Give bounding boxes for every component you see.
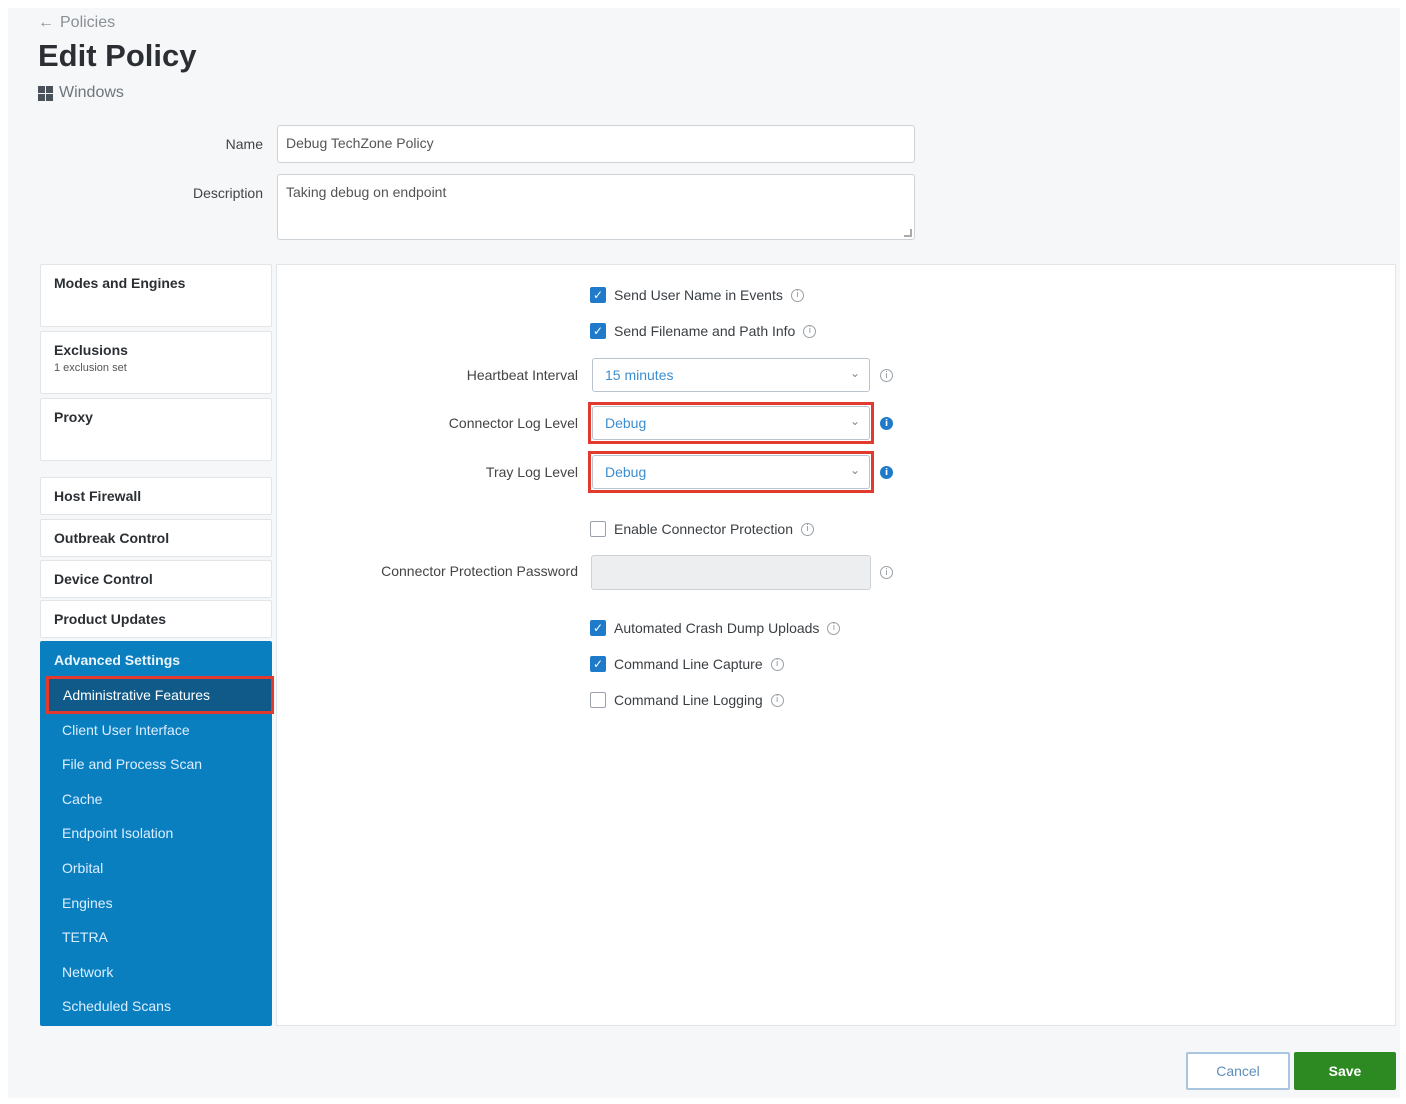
enable-protection-checkbox[interactable] <box>590 521 606 537</box>
nav-scheduled-scans[interactable]: Scheduled Scans <box>62 998 171 1014</box>
nav-administrative-features[interactable]: Administrative Features <box>46 676 274 714</box>
nav-orbital[interactable]: Orbital <box>62 860 103 876</box>
nav-client-user-interface[interactable]: Client User Interface <box>62 722 190 738</box>
info-icon[interactable]: i <box>880 417 893 430</box>
advanced-settings-title[interactable]: Advanced Settings <box>54 652 180 668</box>
protection-password-label: Connector Protection Password <box>381 563 578 579</box>
os-indicator: Windows <box>38 84 124 102</box>
cmd-capture-checkbox[interactable]: ✓ <box>590 656 606 672</box>
nav-product-updates[interactable]: Product Updates <box>40 600 272 638</box>
enable-protection-row: Enable Connector Protection i <box>590 521 814 537</box>
info-icon[interactable]: i <box>880 566 893 579</box>
nav-network[interactable]: Network <box>62 964 113 980</box>
nav-engines[interactable]: Engines <box>62 895 113 911</box>
info-icon[interactable]: i <box>770 657 784 671</box>
info-icon[interactable]: i <box>880 369 893 382</box>
crash-dump-row: ✓ Automated Crash Dump Uploads i <box>590 620 841 636</box>
info-icon[interactable]: i <box>770 693 784 707</box>
nav-cache[interactable]: Cache <box>62 791 102 807</box>
connector-log-level-label: Connector Log Level <box>448 415 578 431</box>
windows-icon <box>38 85 53 101</box>
heartbeat-interval-value: 15 minutes <box>605 367 674 383</box>
nav-proxy[interactable]: Proxy <box>40 398 272 461</box>
info-icon[interactable]: i <box>801 522 814 536</box>
send-user-name-label: Send User Name in Events <box>614 287 783 303</box>
nav-card-label: Outbreak Control <box>54 530 170 546</box>
connector-log-level-value: Debug <box>605 415 647 431</box>
cmd-logging-row: Command Line Logging i <box>590 692 784 708</box>
send-user-name-checkbox[interactable]: ✓ <box>590 287 606 303</box>
heartbeat-interval-select[interactable]: 15 minutes ⌄ <box>592 358 870 392</box>
nav-card-sublabel: 1 exclusion set <box>54 362 127 374</box>
nav-exclusions[interactable]: Exclusions 1 exclusion set <box>40 331 272 394</box>
cmd-logging-checkbox[interactable] <box>590 692 606 708</box>
info-icon[interactable]: i <box>803 324 817 338</box>
chevron-down-icon: ⌄ <box>849 463 860 477</box>
advanced-settings-panel: Advanced Settings Administrative Feature… <box>40 641 274 1026</box>
chevron-down-icon: ⌄ <box>849 414 860 428</box>
crash-dump-checkbox[interactable]: ✓ <box>590 620 606 636</box>
send-user-name-row: ✓ Send User Name in Events i <box>590 287 804 303</box>
cmd-logging-label: Command Line Logging <box>614 692 763 708</box>
name-label: Name <box>225 136 263 152</box>
os-label: Windows <box>59 84 124 101</box>
heartbeat-interval-label: Heartbeat Interval <box>466 367 578 383</box>
nav-host-firewall[interactable]: Host Firewall <box>40 477 272 515</box>
nav-device-control[interactable]: Device Control <box>40 560 272 598</box>
send-filename-row: ✓ Send Filename and Path Info i <box>590 323 817 339</box>
nav-card-label: Modes and Engines <box>54 275 186 291</box>
description-textarea[interactable]: Taking debug on endpoint <box>277 174 915 240</box>
protection-password-input[interactable] <box>591 555 871 590</box>
tray-log-level-value: Debug <box>605 464 647 480</box>
description-label: Description <box>192 185 263 201</box>
nav-modes-and-engines[interactable]: Modes and Engines <box>40 264 272 327</box>
page-title: Edit Policy <box>38 38 197 73</box>
tray-log-level-label: Tray Log Level <box>485 464 578 480</box>
chevron-down-icon: ⌄ <box>849 366 860 380</box>
tray-log-level-select[interactable]: Debug ⌄ <box>592 455 870 489</box>
send-filename-checkbox[interactable]: ✓ <box>590 323 606 339</box>
save-button[interactable]: Save <box>1294 1052 1396 1090</box>
cmd-capture-label: Command Line Capture <box>614 656 763 672</box>
connector-log-level-select[interactable]: Debug ⌄ <box>592 406 870 440</box>
info-icon[interactable]: i <box>880 466 893 479</box>
nav-file-and-process-scan[interactable]: File and Process Scan <box>62 756 202 772</box>
nav-card-label: Device Control <box>54 571 153 587</box>
cancel-button[interactable]: Cancel <box>1186 1052 1290 1090</box>
resize-grip-icon[interactable] <box>904 229 912 237</box>
info-icon[interactable]: i <box>790 288 804 302</box>
nav-card-label: Product Updates <box>54 611 167 627</box>
nav-card-label: Exclusions <box>54 342 128 358</box>
back-arrow-icon: ← <box>38 14 54 31</box>
send-filename-label: Send Filename and Path Info <box>614 323 796 339</box>
info-icon[interactable]: i <box>827 621 841 635</box>
nav-endpoint-isolation[interactable]: Endpoint Isolation <box>62 825 173 841</box>
name-input[interactable]: Debug TechZone Policy <box>277 125 915 163</box>
nav-outbreak-control[interactable]: Outbreak Control <box>40 519 272 557</box>
nav-card-label: Host Firewall <box>54 488 142 504</box>
back-to-policies-link[interactable]: ← Policies <box>38 14 115 32</box>
crash-dump-label: Automated Crash Dump Uploads <box>614 620 820 636</box>
nav-card-label: Proxy <box>54 409 93 425</box>
nav-tetra[interactable]: TETRA <box>62 929 108 945</box>
description-text: Taking debug on endpoint <box>286 184 447 200</box>
enable-protection-label: Enable Connector Protection <box>614 521 793 537</box>
cmd-capture-row: ✓ Command Line Capture i <box>590 656 784 672</box>
breadcrumb-label: Policies <box>60 14 116 31</box>
